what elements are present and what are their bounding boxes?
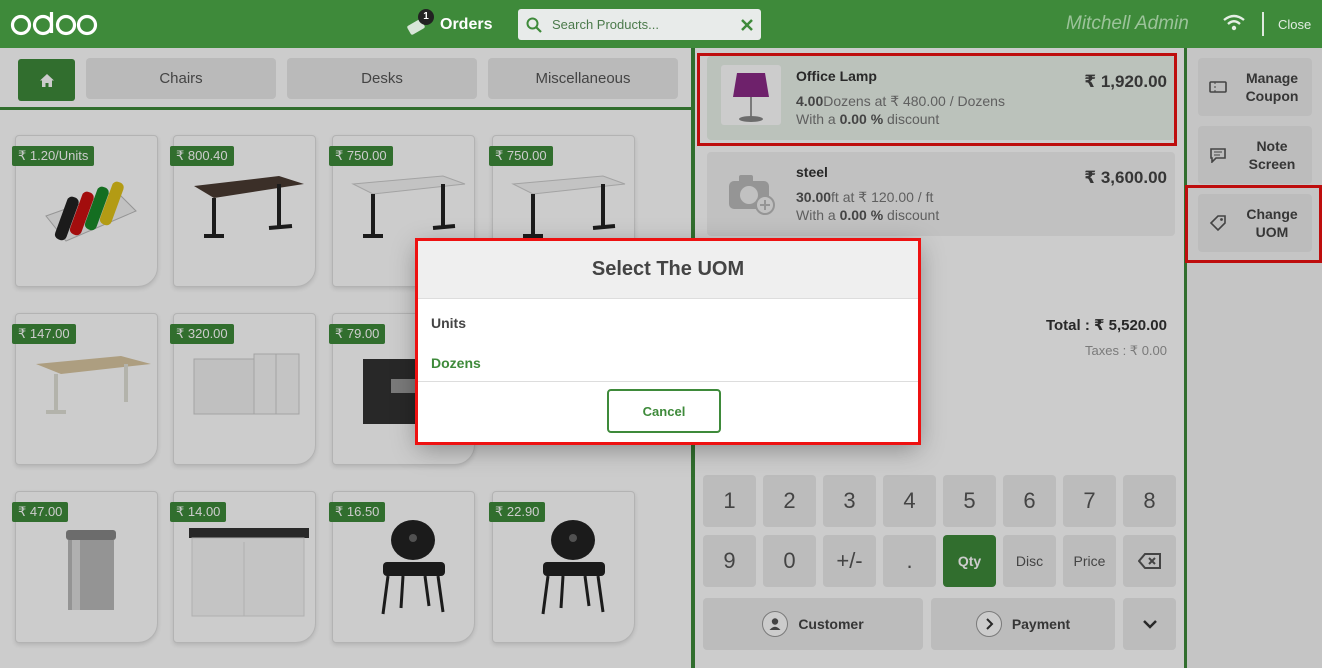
search-icon	[526, 17, 542, 33]
wifi-icon	[1223, 14, 1245, 31]
header-divider	[1262, 12, 1264, 36]
search-box[interactable]: Search Products...	[518, 9, 761, 40]
odoo-logo	[10, 12, 98, 36]
orders-count-badge: 1	[418, 9, 434, 25]
top-header: 1 Orders Search Products... Mitchell Adm…	[0, 0, 1322, 48]
uom-option-units[interactable]: Units	[431, 315, 466, 331]
dialog-footer	[418, 381, 918, 382]
uom-option-dozens[interactable]: Dozens	[431, 355, 481, 371]
orders-button[interactable]: 1 Orders	[406, 9, 493, 40]
select-uom-dialog: Select The UOM Units Dozens Cancel	[418, 241, 918, 442]
close-button[interactable]: Close	[1278, 17, 1311, 32]
ticket-icon: 1	[406, 9, 434, 38]
search-input[interactable]: Search Products...	[552, 17, 741, 32]
user-name[interactable]: Mitchell Admin	[1066, 13, 1189, 35]
orders-label: Orders	[440, 16, 493, 33]
dialog-title: Select The UOM	[418, 241, 918, 299]
cancel-button[interactable]: Cancel	[607, 389, 721, 433]
clear-search-icon[interactable]	[741, 18, 753, 31]
